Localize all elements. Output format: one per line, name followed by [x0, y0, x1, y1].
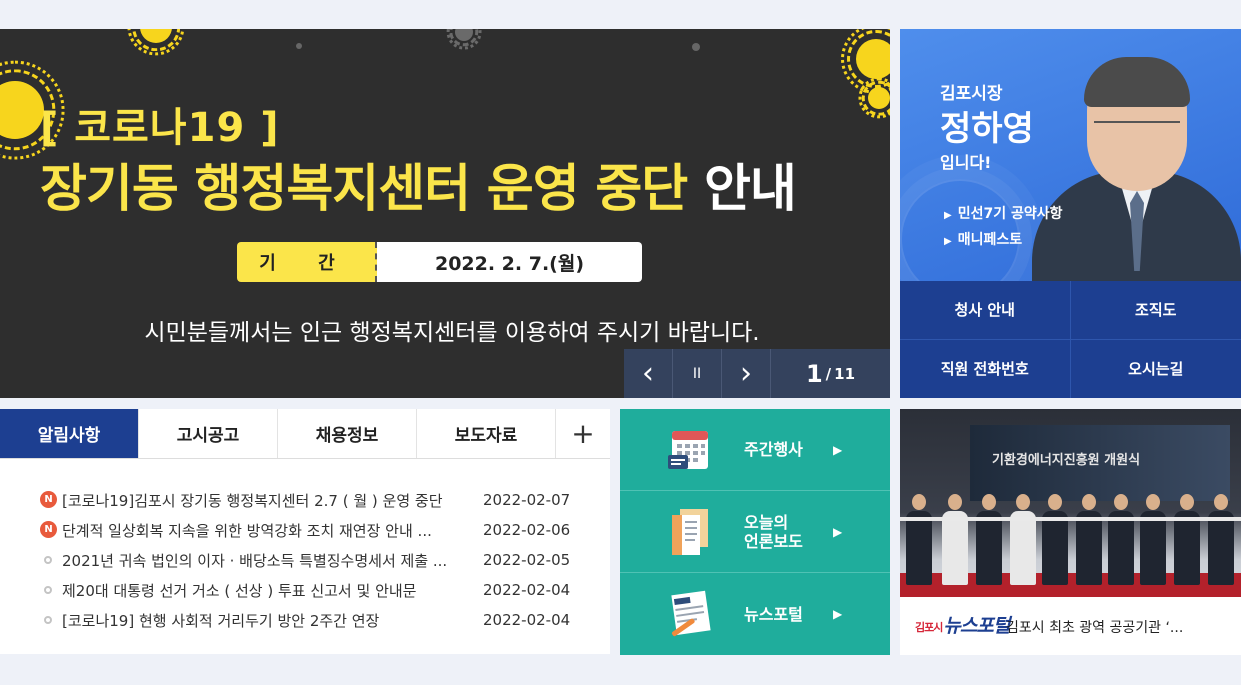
slide-current: 1 [805, 359, 823, 388]
caret-right-icon: ▶ [833, 607, 843, 621]
list-item[interactable]: N 단계적 일상회복 지속을 위한 방역강화 조치 재연장 안내 ... 202… [0, 515, 610, 545]
news-portal-caption[interactable]: 김포시뉴스포털 김포시 최초 광역 공공기관 ‘... [900, 597, 1241, 655]
list-item-title: [코로나19] 현행 사회적 거리두기 방안 2주간 연장 [62, 611, 380, 630]
menu-building-guide[interactable]: 청사 안내 [900, 281, 1071, 340]
quick-links: 주간행사 ▶ 오늘의 언론보도 ▶ 뉴스포털 ▶ [620, 409, 890, 655]
plus-icon: + [571, 417, 595, 450]
mayor-greeting: 입니다! [940, 153, 992, 172]
menu-directions[interactable]: 오시는길 [1071, 340, 1241, 399]
slide-controls: ‹ II › 1 / 11 [624, 349, 890, 398]
mayor-intro[interactable]: 김포시장 정하영 입니다! ▶ 민선7기 공약사항 ▶ 매니페스토 [900, 29, 1241, 299]
period-box: 기 간 2022. 2. 7.(월) [237, 242, 642, 282]
mayor-name: 정하영 [940, 109, 1034, 149]
new-badge: N [40, 491, 57, 508]
weekly-events-link[interactable]: 주간행사 ▶ [620, 409, 890, 491]
slide-separator: / [825, 364, 832, 383]
menu-org-chart[interactable]: 조직도 [1070, 281, 1241, 340]
next-slide-button[interactable]: › [722, 349, 771, 398]
list-item-title: 단계적 일상회복 지속을 위한 방역강화 조치 재연장 안내 ... [62, 521, 432, 540]
calendar-icon [668, 431, 708, 469]
dot-decoration [692, 43, 700, 51]
press-coverage-link[interactable]: 오늘의 언론보도 ▶ [620, 491, 890, 573]
news-portal-label: 뉴스포털 [744, 604, 803, 624]
virus-decoration-icon [868, 87, 890, 109]
list-item-date: 2022-02-07 [483, 491, 571, 509]
notice-list: N [코로나19]김포시 장기동 행정복지센터 2.7 ( 월 ) 운영 중단 … [0, 459, 610, 635]
list-item[interactable]: [코로나19] 현행 사회적 거리두기 방안 2주간 연장 2022-02-04 [0, 605, 610, 635]
list-item-date: 2022-02-04 [483, 581, 571, 599]
pledge-link-label: 민선7기 공약사항 [957, 206, 1063, 222]
virus-decoration-icon [140, 29, 172, 43]
banner-subtitle: 시민분들께서는 인근 행정복지센터를 이용하여 주시기 바랍니다. [144, 320, 760, 346]
more-button[interactable]: + [556, 409, 610, 458]
news-photo: 기환경에너지진흥원 개원식 [900, 409, 1241, 597]
banner-title-main: 장기동 행정복지센터 운영 중단 [40, 160, 688, 219]
list-item[interactable]: 제20대 대통령 선거 거소 ( 선상 ) 투표 신고서 및 안내문 2022-… [0, 575, 610, 605]
newspaper-icon [671, 590, 711, 637]
tab-recruitment[interactable]: 채용정보 [278, 409, 417, 458]
caret-right-icon: ▶ [944, 236, 952, 247]
bullet-icon [44, 556, 52, 564]
list-item-title: 2021년 귀속 법인의 이자 · 배당소득 특별징수명세서 제출 ... [62, 551, 448, 570]
news-portal-logo-main: 뉴스포털 [943, 615, 1010, 637]
list-item-date: 2022-02-05 [483, 551, 571, 569]
slide-counter: 1 / 11 [771, 349, 890, 398]
new-badge: N [40, 521, 57, 538]
slide-total: 11 [834, 364, 856, 383]
news-portal-logo: 김포시뉴스포털 [915, 611, 1010, 638]
tab-press-releases[interactable]: 보도자료 [417, 409, 556, 458]
news-portal-link[interactable]: 뉴스포털 ▶ [620, 573, 890, 655]
list-item[interactable]: N [코로나19]김포시 장기동 행정복지센터 2.7 ( 월 ) 운영 중단 … [0, 485, 610, 515]
tab-notices[interactable]: 알림사항 [0, 409, 139, 458]
banner-title: 장기동 행정복지센터 운영 중단 안내 [40, 147, 797, 221]
bullet-icon [44, 586, 52, 594]
chevron-right-icon: › [740, 356, 752, 391]
list-item-title: [코로나19]김포시 장기동 행정복지센터 2.7 ( 월 ) 운영 중단 [62, 491, 443, 510]
period-label: 기 간 [237, 242, 377, 282]
mayor-portrait [1032, 49, 1241, 281]
board-tabs: 알림사항 고시공고 채용정보 보도자료 + [0, 409, 610, 459]
ribbon [900, 517, 1241, 521]
tab-announcements[interactable]: 고시공고 [139, 409, 278, 458]
period-value: 2022. 2. 7.(월) [377, 242, 642, 282]
menu-staff-phone[interactable]: 직원 전화번호 [900, 339, 1071, 398]
manifesto-link-label: 매니페스토 [957, 232, 1023, 248]
virus-decoration-icon [455, 29, 473, 41]
news-portal-logo-city: 김포시 [915, 620, 943, 634]
banner-tag: [ 코로나19 ] [40, 105, 280, 151]
event-screen-text: 기환경에너지진흥원 개원식 [992, 453, 1141, 468]
caret-right-icon: ▶ [833, 442, 843, 457]
pause-slide-button[interactable]: II [673, 349, 722, 398]
pledge-link[interactable]: ▶ 민선7기 공약사항 [944, 203, 1062, 223]
list-item-date: 2022-02-06 [483, 521, 571, 539]
list-item[interactable]: 2021년 귀속 법인의 이자 · 배당소득 특별징수명세서 제출 ... 20… [0, 545, 610, 575]
dot-decoration [296, 43, 302, 49]
chevron-left-icon: ‹ [642, 356, 654, 391]
pause-icon: II [692, 365, 702, 382]
press-coverage-label: 오늘의 언론보도 [744, 512, 803, 551]
list-item-title: 제20대 대통령 선거 거소 ( 선상 ) 투표 신고서 및 안내문 [62, 581, 417, 600]
virus-decoration-icon [856, 39, 890, 79]
list-item-date: 2022-02-04 [483, 611, 571, 629]
notice-board: 알림사항 고시공고 채용정보 보도자료 + N [코로나19]김포시 장기동 행… [0, 409, 610, 654]
manifesto-link[interactable]: ▶ 매니페스토 [944, 229, 1022, 249]
news-headline: 김포시 최초 광역 공공기관 ‘... [1006, 620, 1184, 636]
caret-right-icon: ▶ [833, 524, 843, 539]
caret-right-icon: ▶ [944, 210, 952, 221]
prev-slide-button[interactable]: ‹ [624, 349, 673, 398]
virus-decoration-icon [0, 81, 44, 139]
banner-title-suffix: 안내 [704, 160, 797, 219]
document-icon [672, 509, 708, 555]
mayor-menu: 청사 안내 조직도 직원 전화번호 오시는길 [900, 281, 1241, 398]
bullet-icon [44, 616, 52, 624]
news-portal-card[interactable]: 기환경에너지진흥원 개원식 김포시뉴스포털 김포시 최초 광역 공공기관 ‘..… [900, 409, 1241, 655]
main-banner[interactable]: [ 코로나19 ] 장기동 행정복지센터 운영 중단 안내 기 간 2022. … [0, 29, 890, 398]
weekly-events-label: 주간행사 [744, 440, 803, 459]
mayor-panel: 김포시장 정하영 입니다! ▶ 민선7기 공약사항 ▶ 매니페스토 청사 안내 조직… [900, 29, 1241, 398]
